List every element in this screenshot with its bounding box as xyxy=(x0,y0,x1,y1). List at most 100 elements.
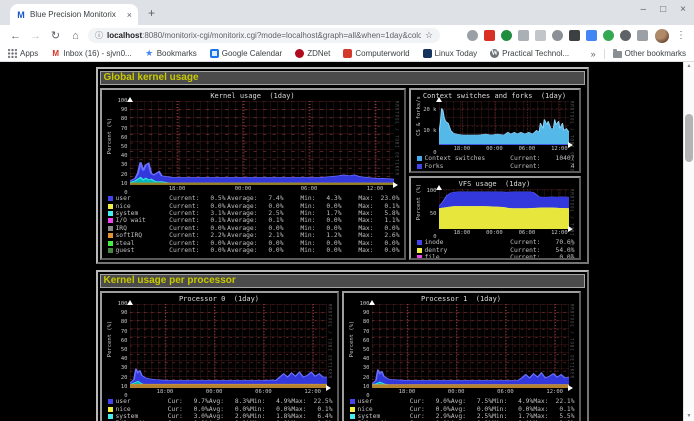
legend-stat: Average:0.0% xyxy=(226,240,284,247)
browser-tab[interactable]: M Blue Precision Monitorix × xyxy=(10,4,138,25)
reload-icon[interactable]: ↻ xyxy=(48,29,63,42)
legend-stat: Max:1.1% xyxy=(342,217,400,224)
legend-stat: Min:4.9% xyxy=(492,398,533,405)
legend-stat-value: 0.1% xyxy=(374,203,400,210)
url-path: :8080/monitorix-cgi/monitorix.cgi?mode=l… xyxy=(142,31,421,40)
kernel-usage-graph[interactable]: Kernel usage (1day)Percent (%)1009080706… xyxy=(100,88,406,260)
dark-app-extension-icon[interactable] xyxy=(569,30,580,41)
legend-stat-label: Min: xyxy=(492,413,507,420)
legend-series-name: system xyxy=(358,413,410,420)
bookmark-computerworld[interactable]: Computerworld xyxy=(343,49,409,58)
globe-extension-icon[interactable] xyxy=(501,30,512,41)
page-scrollbar[interactable]: ▲ ▼ xyxy=(683,62,694,421)
other-bookmarks-button[interactable]: Other bookmarks xyxy=(613,49,686,58)
legend-stat-label: Min: xyxy=(300,195,315,202)
processor-1-graph[interactable]: Processor 1 (1day)Percent (%)10090807060… xyxy=(342,291,581,421)
bookmark-label: Bookmarks xyxy=(157,49,197,58)
legend-stat-value: 9.0% xyxy=(425,398,451,405)
legend-stat-value: 3.0% xyxy=(183,413,209,420)
chart-legend: inodeCurrent:70.6%dentryCurrent:54.0%fil… xyxy=(413,239,577,260)
browser-menu-icon[interactable]: ⋮ xyxy=(676,30,686,41)
y-tick-label: 40 xyxy=(363,356,370,362)
legend-stat: Max:0.1% xyxy=(291,406,332,413)
x-axis-ticks: 18:0000:0006:0012:00 xyxy=(439,145,569,153)
legend-series-name: IRQ xyxy=(116,225,168,232)
legend-stat-label: Max: xyxy=(358,210,373,217)
bookmarks-overflow-icon[interactable]: » xyxy=(591,49,596,59)
legend-series-name: I/O wait xyxy=(116,217,168,224)
legend-stat: Current:70.6% xyxy=(510,239,574,246)
search-extension-icon[interactable] xyxy=(467,30,478,41)
bookmark-wordpress[interactable]: WPractical Technol... xyxy=(490,49,569,58)
legend-stat-value: 0.0% xyxy=(200,225,226,232)
legend-stat-label: Average: xyxy=(227,203,257,210)
legend-stat-label: Min: xyxy=(300,247,315,254)
legend-row: userCur:9.7%Avg:8.3%Min:4.9%Max:22.5% xyxy=(108,398,333,405)
legend-stat-value: 0.0% xyxy=(316,240,342,247)
legend-stat-label: Max: xyxy=(533,406,548,413)
pin-extension-icon[interactable] xyxy=(620,30,631,41)
y-tick-label: 80 xyxy=(121,116,128,122)
processor-0-graph[interactable]: Processor 0 (1day)Percent (%)10090807060… xyxy=(100,291,339,421)
legend-stat-value: 0.0% xyxy=(316,225,342,232)
rrdtool-watermark: RRDTOOL / TOBI OETIKER xyxy=(569,189,577,237)
legend-stat-label: Average: xyxy=(227,195,257,202)
window-minimize-icon[interactable]: – xyxy=(641,4,647,15)
zdnet-icon xyxy=(295,49,304,58)
section-title: Global kernel usage xyxy=(100,71,585,85)
bookmark-star-blue[interactable]: ★Bookmarks xyxy=(145,49,197,58)
y-tick-label: 0 xyxy=(433,234,436,240)
tab-close-icon[interactable]: × xyxy=(127,10,132,20)
window-maximize-icon[interactable]: □ xyxy=(660,4,666,15)
legend-swatch xyxy=(350,414,355,419)
legend-row: userCurrent:0.5%Average:7.4%Min:4.3%Max:… xyxy=(108,195,400,202)
scrollbar-thumb[interactable] xyxy=(685,114,693,162)
x-axis-ticks: 18:0000:0006:0012:00 xyxy=(372,388,569,396)
url-bar[interactable]: ⓘ localhost:8080/monitorix-cgi/monitorix… xyxy=(88,28,440,43)
y-tick-label: 70 xyxy=(121,126,128,132)
bookmark-star-icon[interactable]: ☆ xyxy=(425,30,433,41)
new-tab-button[interactable]: + xyxy=(148,7,155,19)
blue-app-extension-icon[interactable] xyxy=(586,30,597,41)
x-tick-label: 12:00 xyxy=(546,389,563,395)
y-tick-label: 20 xyxy=(363,375,370,381)
site-info-icon[interactable]: ⓘ xyxy=(95,30,103,41)
bookmark-calendar[interactable]: Google Calendar xyxy=(210,49,282,58)
bookmark-label: Practical Technol... xyxy=(502,49,569,58)
legend-stat-value: 0.0% xyxy=(200,203,226,210)
chart-title: Kernel usage (1day) xyxy=(104,92,402,101)
back-icon[interactable]: ← xyxy=(8,30,23,42)
bookmark-gmail[interactable]: MInbox (16) - sjvn0... xyxy=(51,49,131,58)
context-switches-graph[interactable]: Context switches and forks (1day)CS & fo… xyxy=(409,88,581,173)
window-close-icon[interactable]: × xyxy=(680,4,686,15)
legend-stat-label: Avg: xyxy=(451,413,466,420)
home-icon[interactable]: ⌂ xyxy=(68,30,83,42)
scroll-up-icon[interactable]: ▲ xyxy=(684,62,694,71)
chart-title: Processor 0 (1day) xyxy=(104,295,335,304)
legend-row: fileCurrent:0.0% xyxy=(417,254,575,260)
green-app-extension-icon[interactable] xyxy=(603,30,614,41)
y-axis-ticks: 1009080706050403020100 xyxy=(355,304,372,396)
profile-avatar[interactable] xyxy=(655,29,669,43)
y-axis-label: Percent (%) xyxy=(104,101,113,193)
copy-pages-extension-icon[interactable] xyxy=(518,30,529,41)
bookmark-apps-grid[interactable]: Apps xyxy=(8,49,38,58)
tab-list-extension-icon[interactable] xyxy=(637,30,648,41)
x-tick-label: 18:00 xyxy=(169,186,186,192)
cast-extension-icon[interactable] xyxy=(552,30,563,41)
rrdtool-watermark: RRDTOOL / TOBI OETIKER xyxy=(569,304,577,396)
vfs-usage-graph[interactable]: VFS usage (1day)Percent (%)10050018:0000… xyxy=(409,176,581,260)
frame-extension-icon[interactable] xyxy=(535,30,546,41)
plot-area xyxy=(130,101,394,185)
bookmark-linux-today[interactable]: Linux Today xyxy=(423,49,478,58)
rrdtool-watermark: RRDTOOL / TOBI OETIKER xyxy=(394,101,402,193)
legend-stat-label: Current: xyxy=(169,217,199,224)
forward-icon[interactable]: → xyxy=(28,30,43,42)
bookmark-zdnet[interactable]: ZDNet xyxy=(295,49,330,58)
mail-extension-icon[interactable] xyxy=(484,30,495,41)
scroll-down-icon[interactable]: ▼ xyxy=(684,412,694,421)
legend-stat: Max:22.5% xyxy=(291,398,332,405)
legend-stat-label: Max: xyxy=(291,406,306,413)
legend-stat: Average:0.0% xyxy=(226,247,284,254)
x-tick-label: 06:00 xyxy=(519,230,536,236)
